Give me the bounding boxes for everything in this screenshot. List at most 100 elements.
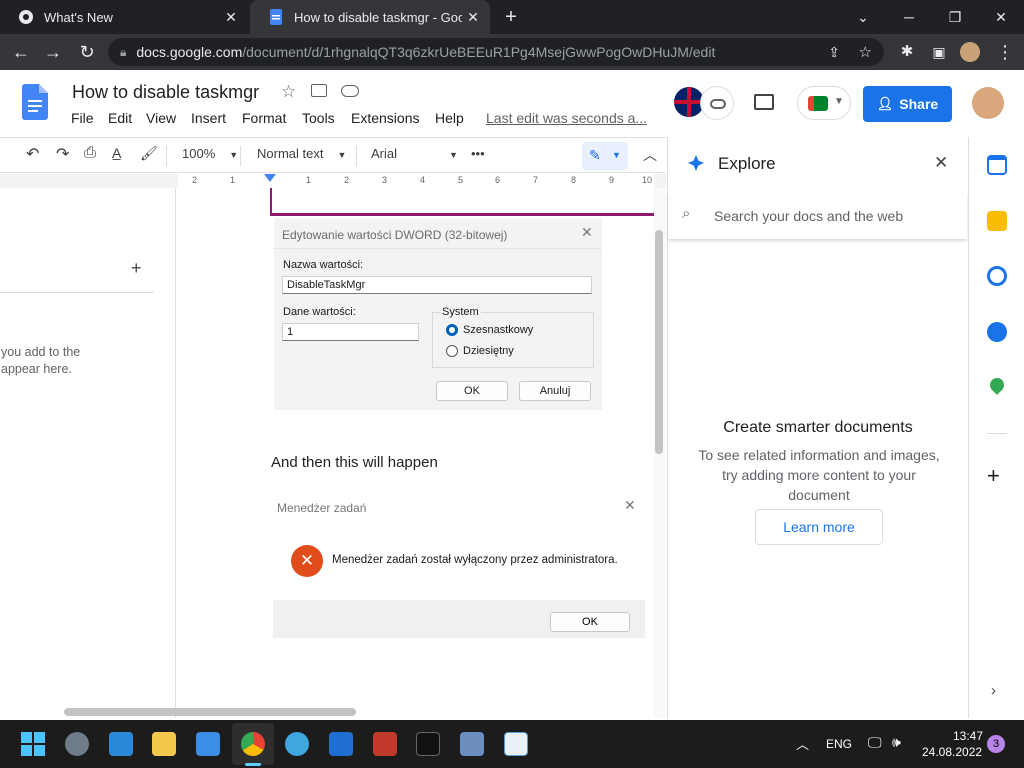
menu-help[interactable]: Help	[435, 110, 464, 126]
add-app-icon[interactable]: +	[987, 463, 1000, 489]
docs-logo-icon[interactable]	[22, 84, 48, 125]
chrome-icon[interactable]	[241, 732, 265, 756]
radio-dec-label: Dziesiętny	[463, 345, 514, 357]
keep-icon[interactable]	[987, 211, 1007, 231]
close-explore-icon[interactable]: ✕	[934, 153, 948, 173]
extensions-icon[interactable]: ✱	[894, 39, 920, 65]
menu-tools[interactable]: Tools	[302, 110, 335, 126]
meet-button[interactable]: ▼	[797, 86, 851, 120]
close-tab-icon[interactable]: ✕	[462, 9, 484, 26]
font-select[interactable]: Arial ▼	[371, 146, 458, 161]
side-panel-icon[interactable]: ▣	[926, 39, 952, 65]
resource-monitor-icon[interactable]	[504, 732, 528, 756]
collapse-menus-icon[interactable]: ︿	[643, 145, 657, 165]
docs-header: How to disable taskmgr ☆ File Edit View …	[0, 70, 1024, 136]
tasks-icon[interactable]	[987, 266, 1007, 286]
edge-icon[interactable]	[285, 732, 309, 756]
tab-search-icon[interactable]: ⌄	[848, 4, 878, 30]
tab-title: How to disable taskmgr - Google	[294, 9, 462, 25]
omnibox[interactable]: 🔒︎ docs.google.com/document/d/1rhgnalqQT…	[108, 38, 884, 66]
print-icon[interactable]: ⎙	[84, 144, 96, 161]
tab-docs[interactable]: How to disable taskmgr - Google ✕	[250, 0, 490, 34]
ruler[interactable]: 2 1 1 2 3 4 5 6 7 8 9 10	[0, 174, 666, 188]
menu-view[interactable]: View	[146, 110, 176, 126]
learn-more-button[interactable]: Learn more	[755, 509, 883, 545]
calendar-icon[interactable]	[987, 155, 1007, 175]
menu-extensions[interactable]: Extensions	[351, 110, 419, 126]
side-apps-bar: + ›	[968, 137, 1024, 718]
radio-hex-label: Szesnastkowy	[463, 324, 534, 336]
cloud-status-icon[interactable]	[341, 85, 359, 97]
explore-title: Explore	[718, 154, 776, 173]
vertical-scrollbar[interactable]	[655, 230, 663, 454]
horizontal-scrollbar[interactable]	[64, 708, 356, 716]
base-label: System	[440, 306, 481, 318]
taskmgr-dialog-image[interactable]: Menedżer zadań ✕ ✕ Menedżer zadań został…	[273, 494, 645, 638]
language-indicator[interactable]: ENG	[826, 737, 852, 751]
close-tab-icon[interactable]: ✕	[220, 9, 242, 26]
contacts-icon[interactable]	[987, 322, 1007, 342]
tray-chevron-icon[interactable]: ︿	[796, 734, 809, 753]
restore-icon[interactable]: ❐	[940, 4, 970, 30]
bookmark-star-icon[interactable]: ☆	[859, 43, 872, 61]
share-page-icon[interactable]: ⇪	[828, 44, 840, 61]
settings-gear-icon[interactable]	[65, 732, 89, 756]
explore-search-box[interactable]: ⌕ Search your docs and the web	[668, 193, 967, 239]
maps-icon[interactable]	[987, 375, 1007, 395]
comment-history-icon[interactable]	[700, 86, 734, 120]
file-explorer-icon[interactable]	[152, 732, 176, 756]
chrome-menu-icon[interactable]: ⋮	[992, 39, 1018, 65]
redo-icon[interactable]: ↷	[56, 144, 69, 164]
share-button[interactable]: 👤︎ Share	[863, 86, 952, 122]
volume-icon[interactable]: 🕪︎	[892, 734, 901, 751]
paint-format-icon[interactable]: 🖌︎	[140, 145, 158, 162]
value-name-field: DisableTaskMgr	[282, 276, 592, 294]
app-icon[interactable]	[373, 732, 397, 756]
error-icon: ✕	[291, 545, 323, 577]
comments-icon[interactable]	[754, 94, 774, 110]
editing-mode-button[interactable]: ✎ ▼	[582, 142, 628, 170]
clock-time[interactable]: 13:47	[953, 729, 983, 743]
clock-date[interactable]: 24.08.2022	[922, 745, 982, 759]
remote-desktop-icon[interactable]	[460, 732, 484, 756]
menu-format[interactable]: Format	[242, 110, 286, 126]
document-page[interactable]: Edytowanie wartości DWORD (32-bitowej) ✕…	[175, 188, 654, 718]
tool-icon[interactable]	[329, 732, 353, 756]
start-icon[interactable]	[21, 732, 45, 756]
search-placeholder: Search your docs and the web	[714, 208, 904, 224]
minimize-icon[interactable]: ─	[894, 4, 924, 30]
notepad-icon[interactable]	[109, 732, 133, 756]
menu-file[interactable]: File	[71, 110, 94, 126]
profile-avatar[interactable]	[960, 42, 980, 62]
terminal-icon[interactable]	[416, 732, 440, 756]
lock-icon: 🔒︎	[120, 44, 127, 59]
radio-hex	[446, 324, 458, 336]
style-select[interactable]: Normal text ▼	[257, 146, 346, 161]
dialog-ok-button: OK	[436, 381, 508, 401]
dword-dialog-image[interactable]: Edytowanie wartości DWORD (32-bitowej) ✕…	[274, 218, 602, 410]
value-data-label: Dane wartości:	[283, 306, 356, 318]
menu-insert[interactable]: Insert	[191, 110, 226, 126]
document-title[interactable]: How to disable taskmgr	[72, 82, 259, 103]
last-edit-link[interactable]: Last edit was seconds a...	[486, 110, 647, 126]
new-tab-icon[interactable]: +	[496, 4, 526, 30]
network-icon[interactable]: 🖵︎	[868, 734, 882, 751]
back-icon[interactable]: ←	[8, 39, 34, 65]
tab-whats-new[interactable]: What's New ✕	[0, 0, 248, 34]
forward-icon[interactable]: →	[40, 39, 66, 65]
expand-panel-icon[interactable]: ›	[991, 682, 996, 699]
menu-edit[interactable]: Edit	[108, 110, 132, 126]
reload-icon[interactable]: ↻	[74, 39, 100, 65]
window-close-icon[interactable]: ✕	[986, 4, 1016, 30]
undo-icon[interactable]: ↶	[26, 144, 39, 164]
add-heading-button[interactable]: +	[131, 258, 142, 279]
zoom-select[interactable]: 100% ▼	[182, 146, 238, 161]
store-icon[interactable]	[196, 732, 220, 756]
more-options-icon[interactable]: •••	[471, 146, 485, 161]
star-icon[interactable]: ☆	[281, 82, 296, 102]
explore-heading: Create smarter documents	[723, 419, 913, 436]
spellcheck-icon[interactable]: A̲	[112, 145, 121, 161]
account-avatar[interactable]	[972, 87, 1004, 119]
notification-badge[interactable]: 3	[987, 735, 1005, 753]
move-folder-icon[interactable]	[311, 84, 327, 97]
